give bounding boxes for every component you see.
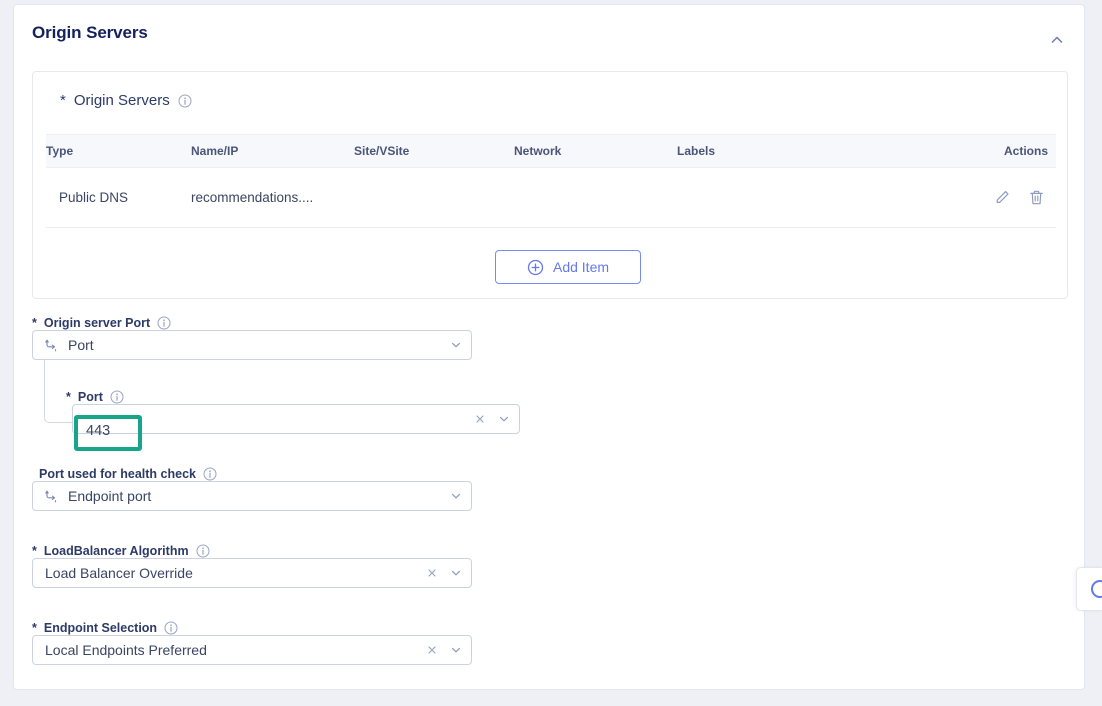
plus-circle-icon — [527, 259, 544, 276]
health-check-port-select[interactable]: Endpoint port — [32, 481, 472, 511]
required-marker: * — [60, 92, 66, 109]
info-icon[interactable] — [157, 316, 171, 330]
column-header-name-ip: Name/IP — [191, 144, 239, 158]
chevron-down-icon[interactable] — [449, 643, 463, 657]
loadbalancer-algorithm-label: * LoadBalancer Algorithm — [32, 544, 210, 558]
origin-server-port-label: * Origin server Port — [32, 316, 171, 330]
branch-icon — [44, 488, 60, 504]
close-icon[interactable] — [425, 643, 439, 657]
loadbalancer-algorithm-select[interactable]: Load Balancer Override — [32, 558, 472, 588]
chevron-down-icon[interactable] — [449, 338, 463, 352]
info-icon[interactable] — [178, 94, 192, 108]
add-item-label: Add Item — [552, 259, 610, 275]
origin-servers-list-card: * Origin Servers Type Name/IP Site/VSite… — [32, 71, 1068, 299]
panel-header: Origin Servers — [14, 5, 1084, 65]
health-check-port-label: Port used for health check — [32, 467, 217, 481]
chevron-down-icon[interactable] — [497, 412, 511, 426]
origin-servers-panel: Origin Servers * Origin Servers Type Nam… — [13, 4, 1085, 690]
port-value: 443 — [86, 423, 111, 439]
loadbalancer-algorithm-value: Load Balancer Override — [45, 565, 193, 581]
info-icon[interactable] — [110, 390, 124, 404]
chevron-down-icon[interactable] — [449, 566, 463, 580]
required-marker: * — [66, 390, 71, 404]
page-title: Origin Servers — [32, 23, 148, 42]
info-icon[interactable] — [203, 467, 217, 481]
cell-actions — [962, 189, 1054, 207]
origin-servers-table: Type Name/IP Site/VSite Network Labels A… — [46, 134, 1056, 228]
endpoint-selection-value: Local Endpoints Preferred — [45, 642, 207, 658]
origin-servers-label: * Origin Servers — [60, 92, 192, 109]
health-check-port-value: Endpoint port — [68, 488, 152, 504]
origin-servers-label-text: Origin Servers — [73, 92, 170, 109]
close-icon[interactable] — [425, 566, 439, 580]
origin-server-port-label-text: Origin server Port — [43, 316, 151, 330]
info-icon[interactable] — [164, 621, 178, 635]
endpoint-selection-select[interactable]: Local Endpoints Preferred — [32, 635, 472, 665]
help-widget-tab[interactable] — [1076, 567, 1102, 611]
pencil-icon[interactable] — [994, 189, 1012, 207]
cell-name-ip: recommendations.... — [191, 190, 314, 205]
column-header-labels: Labels — [677, 144, 716, 158]
chevron-down-icon[interactable] — [449, 489, 463, 503]
cell-type: Public DNS — [59, 190, 129, 205]
page-root: Origin Servers * Origin Servers Type Nam… — [0, 0, 1102, 706]
port-label: * Port — [66, 390, 124, 404]
help-circle-icon — [1087, 578, 1102, 600]
chevron-up-icon[interactable] — [1046, 29, 1068, 51]
add-item-button[interactable]: Add Item — [495, 250, 641, 284]
required-marker: * — [32, 544, 37, 558]
required-marker: * — [32, 621, 37, 635]
table-row[interactable]: Public DNS recommendations.... — [46, 168, 1056, 228]
endpoint-selection-label: * Endpoint Selection — [32, 621, 178, 635]
column-header-type: Type — [46, 144, 74, 158]
loadbalancer-algorithm-label-text: LoadBalancer Algorithm — [43, 544, 189, 558]
endpoint-selection-label-text: Endpoint Selection — [43, 621, 158, 635]
branch-icon — [44, 337, 60, 353]
port-input[interactable]: 443 — [72, 404, 520, 434]
close-icon[interactable] — [473, 412, 487, 426]
column-header-site-vsite: Site/VSite — [354, 144, 410, 158]
origin-server-port-value: Port — [68, 337, 94, 353]
info-icon[interactable] — [196, 544, 210, 558]
column-header-actions: Actions — [1003, 144, 1048, 158]
trash-icon[interactable] — [1028, 189, 1046, 207]
port-label-text: Port — [77, 390, 103, 404]
table-header-row: Type Name/IP Site/VSite Network Labels A… — [46, 134, 1056, 168]
health-check-port-label-text: Port used for health check — [39, 467, 196, 481]
origin-server-port-select[interactable]: Port — [32, 330, 472, 360]
required-marker: * — [32, 316, 37, 330]
column-header-network: Network — [514, 144, 562, 158]
